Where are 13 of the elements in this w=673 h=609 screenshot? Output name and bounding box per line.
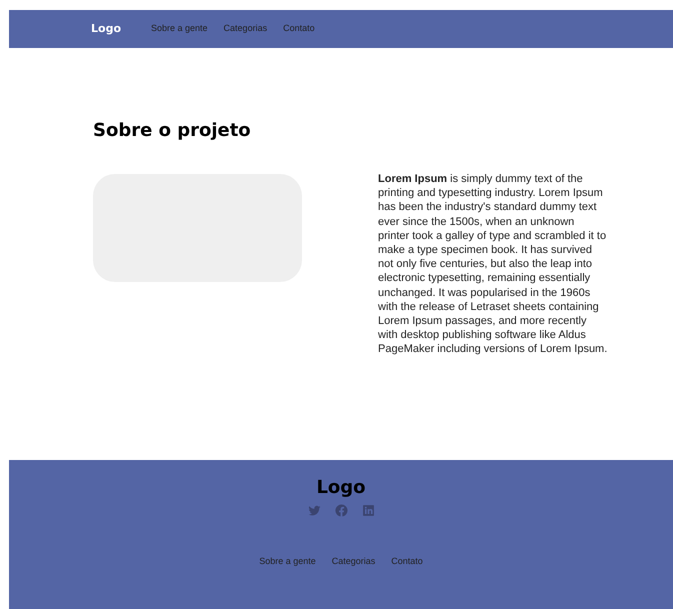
nav-link[interactable]: Categorias [224,22,268,36]
nav-link[interactable]: Contato [391,555,423,568]
paragraph: Lorem Ipsum is simply dummy text of the printing and typesetting industry. Lorem Ipsum has been the industry's standard dummy text ever since the 1500s, when an unknown printer took a galley of type and scrambled it to make a type specimen book. It has survived not only five centuries, but also the leap into electronic typesetting, remaining essentially unchanged. It was popularised in the 1960s with the release of Letraset sheets containing Lorem Ipsum passages, and more recently with desktop publishing software like Aldus PageMaker including versions of Lorem Ipsum. [378,172,608,357]
facebook-icon[interactable] [334,504,348,517]
nav-link[interactable]: Categorias [332,555,376,568]
logo[interactable]: Logo [91,20,121,38]
nav-link[interactable]: Sobre a gente [259,555,316,568]
nav-link[interactable]: Sobre a gente [151,22,208,36]
linkedin-icon[interactable] [362,504,374,517]
nav-link[interactable]: Contato [283,22,315,36]
footer-logo: Logo [316,476,366,500]
bird-icon[interactable] [308,504,320,517]
page-title: Sobre o projeto [93,119,252,143]
